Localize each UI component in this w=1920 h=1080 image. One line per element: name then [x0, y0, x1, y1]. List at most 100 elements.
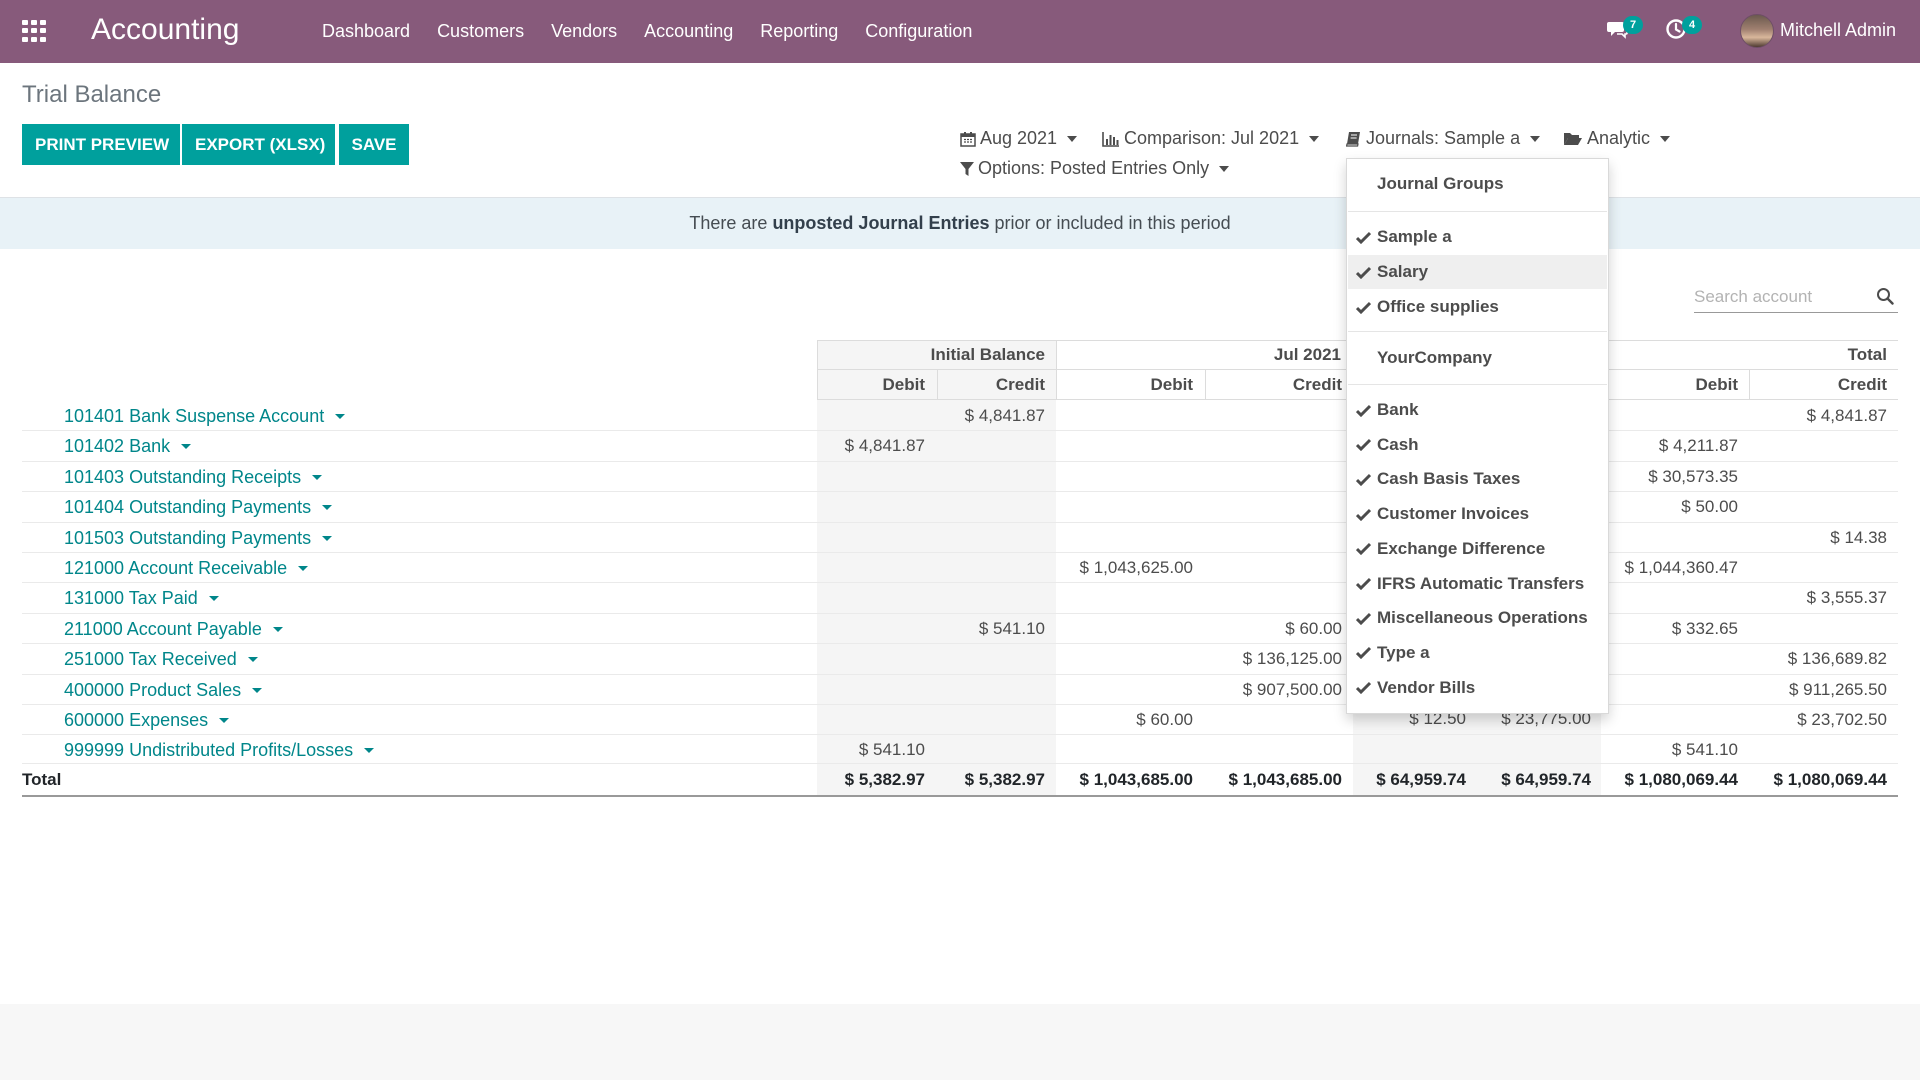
account-link[interactable]: 600000 Expenses	[64, 710, 230, 731]
save-button[interactable]: SAVE	[339, 124, 409, 165]
total-total-debit: $ 1,080,069.44	[1624, 770, 1738, 789]
journal-group-option[interactable]: Sample a	[1348, 220, 1607, 254]
user-name[interactable]: Mitchell Admin	[1780, 20, 1896, 41]
row-divider	[22, 461, 1898, 462]
total-credit-cell: $ 3,555.37	[1806, 588, 1887, 607]
journal-option[interactable]: Exchange Difference	[1348, 532, 1607, 566]
caret-down-icon	[219, 718, 230, 723]
option-label: Office supplies	[1377, 297, 1499, 316]
journal-option[interactable]: Type a	[1348, 636, 1607, 670]
bar-chart-icon	[1102, 131, 1119, 147]
menu-configuration[interactable]: Configuration	[865, 21, 972, 42]
row-divider	[22, 674, 1898, 675]
account-link[interactable]: 211000 Account Payable	[64, 619, 283, 640]
messages-badge: 7	[1623, 16, 1643, 34]
sub-header-initial-credit: Credit	[995, 375, 1045, 394]
journal-option[interactable]: Miscellaneous Operations	[1348, 601, 1607, 635]
account-link[interactable]: 121000 Account Receivable	[64, 558, 309, 579]
calendar-icon	[960, 131, 976, 147]
options-filter[interactable]: Options: Posted Entries Only	[960, 158, 1230, 179]
banner-prefix: There are	[689, 213, 773, 233]
check-icon	[1356, 508, 1371, 521]
chevron-down-icon	[1219, 165, 1230, 172]
apps-menu-icon[interactable]	[22, 20, 48, 42]
journal-group-option[interactable]: Office supplies	[1348, 290, 1607, 324]
account-link[interactable]: 131000 Tax Paid	[64, 588, 219, 609]
caret-down-icon	[322, 536, 333, 541]
total-jul-credit: $ 1,043,685.00	[1228, 770, 1342, 789]
row-divider	[22, 430, 1898, 431]
total-debit-cell: $ 4,211.87	[1658, 436, 1738, 455]
account-link[interactable]: 101402 Bank	[64, 436, 192, 457]
menu-dashboard[interactable]: Dashboard	[322, 21, 410, 42]
journals-filter[interactable]: Journals: Sample a	[1346, 128, 1541, 149]
option-label: Salary	[1377, 262, 1429, 281]
menu-customers[interactable]: Customers	[437, 21, 524, 42]
dropdown-divider	[1348, 211, 1607, 212]
print-preview-button[interactable]: PRINT PREVIEW	[22, 124, 180, 165]
row-divider	[22, 763, 1898, 764]
caret-down-icon	[247, 657, 258, 662]
search-account-input[interactable]	[1694, 283, 1864, 311]
account-link[interactable]: 400000 Product Sales	[64, 680, 263, 701]
caret-down-icon	[272, 627, 283, 632]
caret-down-icon	[252, 688, 263, 693]
check-icon	[1356, 404, 1371, 417]
caret-down-icon	[181, 444, 192, 449]
option-label: Customer Invoices	[1377, 504, 1530, 524]
option-label: Vendor Bills	[1377, 677, 1476, 697]
jul-debit-cell: $ 1,043,625.00	[1079, 558, 1193, 577]
journal-option[interactable]: Customer Invoices	[1348, 497, 1607, 531]
journal-option[interactable]: IFRS Automatic Transfers	[1348, 567, 1607, 601]
total-debit-cell: $ 332.65	[1671, 619, 1738, 638]
jul-credit-cell: $ 60.00	[1285, 619, 1342, 638]
check-icon	[1356, 612, 1371, 625]
account-link[interactable]: 101503 Outstanding Payments	[64, 528, 333, 549]
menu-accounting[interactable]: Accounting	[644, 21, 733, 42]
account-link[interactable]: 101401 Bank Suspense Account	[64, 406, 346, 427]
main-menu: Dashboard Customers Vendors Accounting R…	[322, 0, 999, 63]
row-divider	[22, 522, 1898, 523]
chevron-down-icon	[1309, 135, 1320, 142]
journal-option[interactable]: Vendor Bills	[1348, 671, 1607, 705]
sub-header-jul-debit: Debit	[1150, 375, 1194, 394]
chevron-down-icon	[1067, 135, 1078, 142]
book-icon	[1346, 131, 1360, 147]
account-name: 101404 Outstanding Payments	[64, 497, 312, 517]
menu-reporting[interactable]: Reporting	[760, 21, 838, 42]
journal-option[interactable]: Cash	[1348, 428, 1607, 462]
search-icon[interactable]	[1876, 287, 1894, 305]
analytic-filter[interactable]: Analytic	[1563, 128, 1671, 149]
journal-group-option[interactable]: Salary	[1348, 255, 1607, 289]
total-credit-cell: $ 4,841.87	[1806, 406, 1887, 425]
user-avatar[interactable]	[1740, 14, 1774, 48]
option-label: Cash Basis Taxes	[1377, 469, 1521, 489]
menu-vendors[interactable]: Vendors	[551, 21, 617, 42]
filter-funnel-icon	[960, 161, 974, 176]
sub-header-total-debit: Debit	[1695, 375, 1739, 394]
account-search	[1694, 283, 1898, 313]
caret-down-icon	[335, 414, 346, 419]
initial-debit-cell: $ 4,841.87	[844, 436, 925, 455]
account-link[interactable]: 101403 Outstanding Receipts	[64, 467, 323, 488]
app-brand[interactable]: Accounting	[91, 13, 239, 47]
account-name: 600000 Expenses	[64, 710, 209, 730]
banner-link-unposted[interactable]: unposted Journal Entries	[772, 213, 989, 233]
account-name: 999999 Undistributed Profits/Losses	[64, 740, 354, 760]
total-debit-cell: $ 30,573.35	[1648, 467, 1738, 486]
account-link[interactable]: 251000 Tax Received	[64, 649, 258, 670]
check-icon	[1356, 473, 1371, 486]
total-initial-debit: $ 5,382.97	[844, 770, 925, 789]
date-filter[interactable]: Aug 2021	[960, 128, 1078, 149]
account-link[interactable]: 101404 Outstanding Payments	[64, 497, 333, 518]
unposted-warning-banner: There are unposted Journal Entries prior…	[0, 198, 1920, 249]
activities-badge: 4	[1682, 16, 1702, 34]
account-link[interactable]: 999999 Undistributed Profits/Losses	[64, 740, 375, 761]
journal-option[interactable]: Cash Basis Taxes	[1348, 462, 1607, 496]
option-label: Bank	[1377, 400, 1419, 419]
comparison-filter[interactable]: Comparison: Jul 2021	[1102, 128, 1320, 149]
jul-debit-cell: $ 60.00	[1136, 710, 1193, 729]
export-xlsx-button[interactable]: EXPORT (XLSX)	[182, 124, 335, 165]
page-footer-band	[0, 1004, 1920, 1080]
journal-option[interactable]: Bank	[1348, 393, 1607, 427]
